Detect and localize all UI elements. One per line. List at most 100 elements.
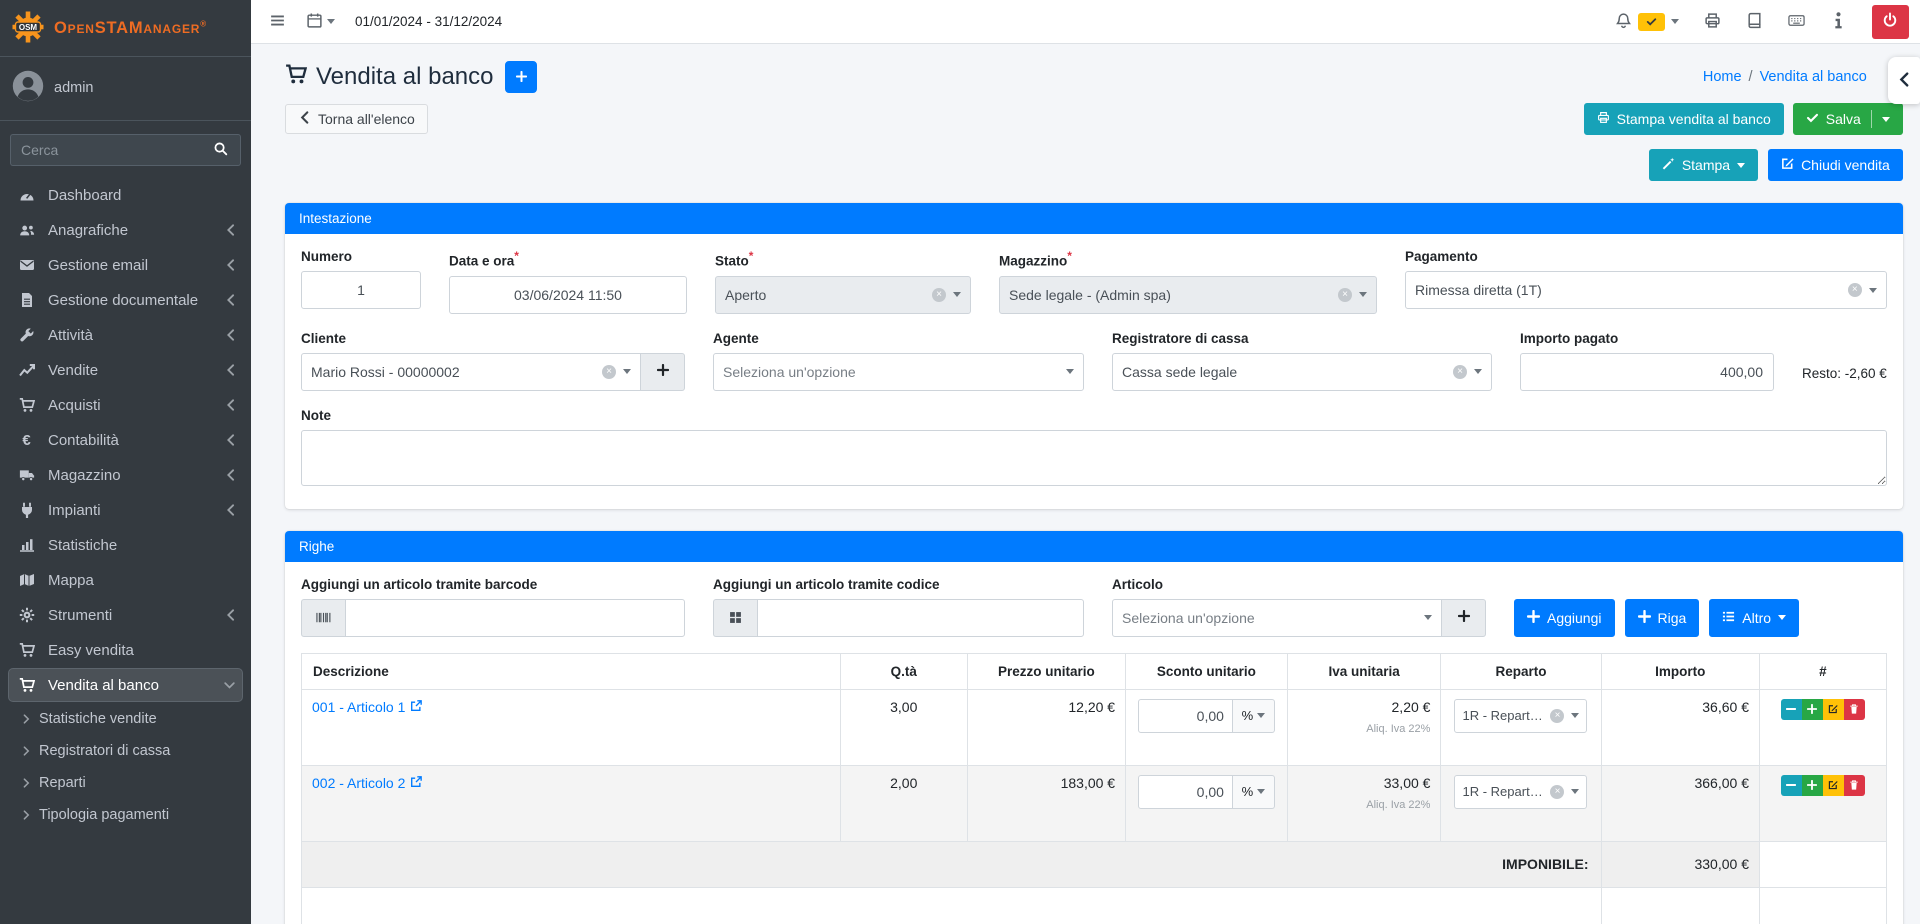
articolo-link[interactable]: 001 - Articolo 1 <box>312 699 422 715</box>
date-range[interactable]: 01/01/2024 - 31/12/2024 <box>355 14 502 29</box>
articolo-select[interactable]: Seleziona un'opzione <box>1112 599 1442 637</box>
edit-row-button[interactable] <box>1823 775 1844 796</box>
sidebar-subitem-tipologia-pagamenti[interactable]: Tipologia pagamenti <box>8 799 243 830</box>
breadcrumb-home-link[interactable]: Home <box>1703 69 1742 85</box>
new-record-button[interactable] <box>505 61 537 93</box>
logout-button[interactable] <box>1872 5 1909 39</box>
sidebar-item-magazzino[interactable]: Magazzino <box>8 458 243 492</box>
reparto-select[interactable]: 1R - Reparto 1... × <box>1454 775 1587 809</box>
plus-icon <box>1638 610 1651 626</box>
cliente-select[interactable]: Mario Rossi - 00000002 × <box>301 353 641 391</box>
sidebar-item-impianti[interactable]: Impianti <box>8 493 243 527</box>
topbar-right <box>1615 5 1913 39</box>
decrease-qty-button[interactable] <box>1781 775 1802 796</box>
col-importo: Importo <box>1601 653 1759 689</box>
print-button[interactable] <box>1704 12 1721 32</box>
sidebar-item-gestione-documentale[interactable]: Gestione documentale <box>8 283 243 317</box>
decrease-qty-button[interactable] <box>1781 699 1802 720</box>
riga-button[interactable]: Riga <box>1625 599 1700 637</box>
sidebar-item-acquisti[interactable]: Acquisti <box>8 388 243 422</box>
note-textarea[interactable] <box>301 430 1887 486</box>
edit-row-button[interactable] <box>1823 699 1844 720</box>
sidebar-subitem-reparti[interactable]: Reparti <box>8 767 243 798</box>
search-input[interactable] <box>10 134 201 166</box>
sidebar-item-attivita[interactable]: Attività <box>8 318 243 352</box>
sidebar-search <box>10 134 241 166</box>
sidebar-item-vendite[interactable]: Vendite <box>8 353 243 387</box>
search-button[interactable] <box>201 134 241 166</box>
close-sale-button[interactable]: Chiudi vendita <box>1768 149 1903 181</box>
numero-input[interactable] <box>301 271 421 309</box>
chevron-right-icon <box>23 810 30 820</box>
user-name[interactable]: admin <box>54 80 94 96</box>
back-to-list-button[interactable]: Torna all'elenco <box>285 104 428 134</box>
increase-qty-button[interactable] <box>1802 775 1823 796</box>
brand[interactable]: OpenSTAManager® <box>0 0 251 57</box>
reparto-select[interactable]: 1R - Reparto 1... × <box>1454 699 1587 733</box>
clear-icon[interactable]: × <box>1848 283 1862 297</box>
caret-down-icon <box>953 292 961 297</box>
sidebar-subitem-registratori-di-cassa[interactable]: Registratori di cassa <box>8 735 243 766</box>
codice-input[interactable] <box>757 599 1084 637</box>
clear-icon[interactable]: × <box>932 288 946 302</box>
increase-qty-button[interactable] <box>1802 699 1823 720</box>
sidebar-item-statistiche[interactable]: Statistiche <box>8 528 243 562</box>
calendar-dropdown-button[interactable] <box>306 12 335 32</box>
importo-pagato-input[interactable] <box>1520 353 1774 391</box>
docs-button[interactable] <box>1746 12 1763 32</box>
pagamento-label: Pagamento <box>1405 249 1887 264</box>
articolo-label: Articolo <box>1112 577 1486 592</box>
clear-icon[interactable]: × <box>1550 709 1564 723</box>
agente-select[interactable]: Seleziona un'opzione <box>713 353 1084 391</box>
delete-row-button[interactable] <box>1844 775 1865 796</box>
sidebar-item-vendita-al-banco[interactable]: Vendita al banco <box>8 668 243 702</box>
printer-icon <box>1597 111 1610 127</box>
external-link-icon <box>410 699 422 715</box>
shortcuts-button[interactable] <box>1788 12 1805 32</box>
sidebar-item-strumenti[interactable]: Strumenti <box>8 598 243 632</box>
print-sale-button[interactable]: Stampa vendita al banco <box>1584 103 1784 135</box>
sidebar-subitem-label: Registratori di cassa <box>39 743 170 759</box>
sidebar-item-mappa[interactable]: Mappa <box>8 563 243 597</box>
delete-row-button[interactable] <box>1844 699 1865 720</box>
iva-note: Aliq. Iva 22% <box>1298 723 1431 735</box>
stato-select[interactable]: Aperto × <box>715 276 971 314</box>
sconto-input[interactable] <box>1138 775 1233 809</box>
clear-icon[interactable]: × <box>1338 288 1352 302</box>
panel-collapse-toggle[interactable] <box>1888 57 1920 104</box>
barcode-input[interactable] <box>345 599 685 637</box>
data-ora-input[interactable] <box>449 276 687 314</box>
sidebar-item-dashboard[interactable]: Dashboard <box>8 178 243 212</box>
sidebar-item-easy-vendita[interactable]: Easy vendita <box>8 633 243 667</box>
add-cliente-button[interactable] <box>641 353 685 391</box>
clear-icon[interactable]: × <box>1550 785 1564 799</box>
sidebar-item-label: Gestione documentale <box>48 292 198 309</box>
clear-icon[interactable]: × <box>1453 365 1467 379</box>
hamburger-menu-button[interactable] <box>269 12 286 32</box>
save-button[interactable]: Salva <box>1793 103 1903 135</box>
sidebar-item-contabilita[interactable]: €Contabilità <box>8 423 243 457</box>
sidebar-item-gestione-email[interactable]: Gestione email <box>8 248 243 282</box>
sconto-type-dropdown[interactable]: % <box>1233 699 1275 733</box>
magazzino-select[interactable]: Sede legale - (Admin spa) × <box>999 276 1377 314</box>
altro-dropdown-button[interactable]: Altro <box>1709 599 1799 637</box>
aggiungi-button[interactable]: Aggiungi <box>1514 599 1615 637</box>
print-dropdown-button[interactable]: Stampa <box>1649 149 1758 181</box>
breadcrumb-current-link[interactable]: Vendita al banco <box>1760 69 1867 85</box>
col-descrizione: Descrizione <box>302 653 841 689</box>
sconto-input[interactable] <box>1138 699 1233 733</box>
articolo-link[interactable]: 002 - Articolo 2 <box>312 775 422 791</box>
pagamento-select[interactable]: Rimessa diretta (1T) × <box>1405 271 1887 309</box>
sidebar-item-anagrafiche[interactable]: Anagrafiche <box>8 213 243 247</box>
caret-down-icon[interactable] <box>1671 19 1679 24</box>
check-badge[interactable] <box>1638 13 1665 31</box>
clear-icon[interactable]: × <box>602 365 616 379</box>
caret-down-icon[interactable] <box>1882 117 1890 122</box>
add-articolo-button[interactable] <box>1442 599 1486 637</box>
sidebar-subitem-statistiche-vendite[interactable]: Statistiche vendite <box>8 703 243 734</box>
sconto-type-dropdown[interactable]: % <box>1233 775 1275 809</box>
page-content: Vendita al banco Home/Vendita al banco T… <box>251 61 1920 924</box>
notifications-button[interactable] <box>1615 12 1632 32</box>
registratore-select[interactable]: Cassa sede legale × <box>1112 353 1492 391</box>
info-button[interactable] <box>1830 12 1847 32</box>
